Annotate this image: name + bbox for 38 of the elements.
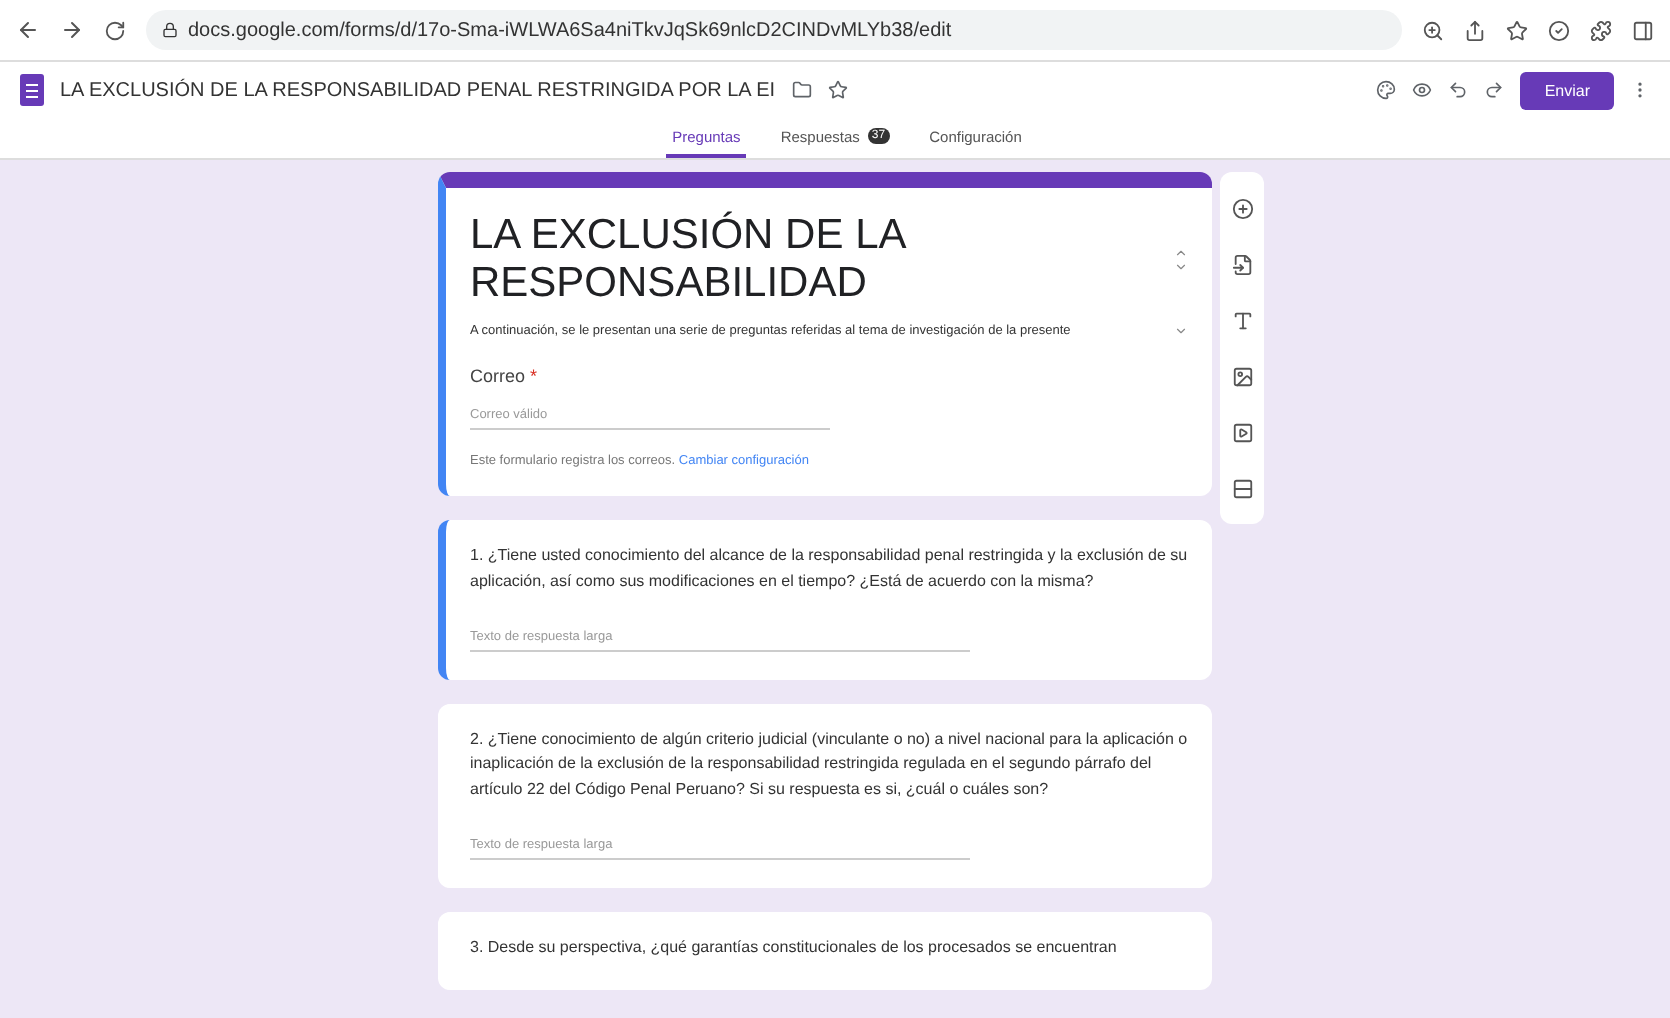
field-label: Correo * [470, 366, 540, 386]
lock-icon [162, 22, 178, 38]
question-card[interactable] [438, 520, 1212, 680]
back-icon[interactable] [16, 18, 40, 42]
forward-icon[interactable] [60, 18, 84, 42]
image-icon[interactable] [1231, 365, 1253, 387]
video-icon[interactable] [1231, 421, 1253, 443]
form-header-card[interactable] [438, 172, 1212, 496]
question-text: 1. ¿Tiene usted conocimiento del alcance de la responsabilidad penal restringida y la exclusión de su aplicación, así como sus modificaciones en el tiempo? ¿Está de acuerdo con la misma? [470, 544, 1188, 594]
reload-icon[interactable] [104, 19, 126, 41]
scroll-down-icon[interactable] [1174, 260, 1188, 274]
star-icon[interactable] [1506, 19, 1528, 41]
scroll-up-icon[interactable] [1174, 246, 1188, 260]
preview-icon[interactable] [1412, 80, 1433, 100]
star-icon[interactable] [827, 80, 848, 100]
form-name[interactable]: LA EXCLUSIÓN DE LA RESPONSABILIDAD PENAL RESTRINGIDA POR LA EI [60, 79, 776, 101]
text-icon[interactable] [1231, 309, 1253, 331]
add-icon[interactable] [1231, 197, 1253, 219]
zoom-icon[interactable] [1422, 19, 1444, 41]
side-panel-icon[interactable] [1632, 19, 1654, 41]
url-text: docs.google.com/forms/d/17o-Sma-iWLWA6Sa4niTkvJqSk69nlcD2CINDvMLYb38/edit [188, 19, 952, 41]
question-card[interactable]: 3. Desde su perspectiva, ¿qué garantías constitucionales de los procesados se encuentran [438, 911, 1212, 990]
check-icon[interactable] [1548, 19, 1570, 41]
scroll-icon[interactable] [1174, 324, 1188, 338]
send-button[interactable]: Enviar [1520, 71, 1614, 109]
folder-icon[interactable] [791, 80, 812, 100]
share-icon[interactable] [1464, 19, 1486, 41]
question-text: 2. ¿Tiene conocimiento de algún criterio judicial (vinculante o no) a nivel nacional para la aplicación o inaplicación de la exclusión de la responsabilidad restringida regulada en el segundo párrafo del artículo 22 del Código Penal Peruano? Si su respuesta es si, ¿cuál o cuáles son? [470, 727, 1188, 803]
puzzle-icon[interactable] [1590, 19, 1612, 41]
redo-icon[interactable] [1484, 80, 1505, 100]
address-bar[interactable]: docs.google.com/forms/d/17o-Sma-iWLWA6Sa4niTkvJqSk69nlcD2CINDvMLYb38/edit [146, 10, 1402, 50]
question-text: 3. Desde su perspectiva, ¿qué garantías constitucionales de los procesados se encuentran [470, 935, 1119, 960]
undo-icon[interactable] [1448, 80, 1469, 100]
section-icon[interactable] [1231, 477, 1253, 499]
form-title[interactable]: LA EXCLUSIÓN DE LA RESPONSABILIDAD [470, 212, 1166, 308]
forms-logo-icon[interactable] [20, 74, 44, 106]
palette-icon[interactable] [1376, 80, 1397, 100]
import-icon[interactable] [1231, 253, 1253, 275]
